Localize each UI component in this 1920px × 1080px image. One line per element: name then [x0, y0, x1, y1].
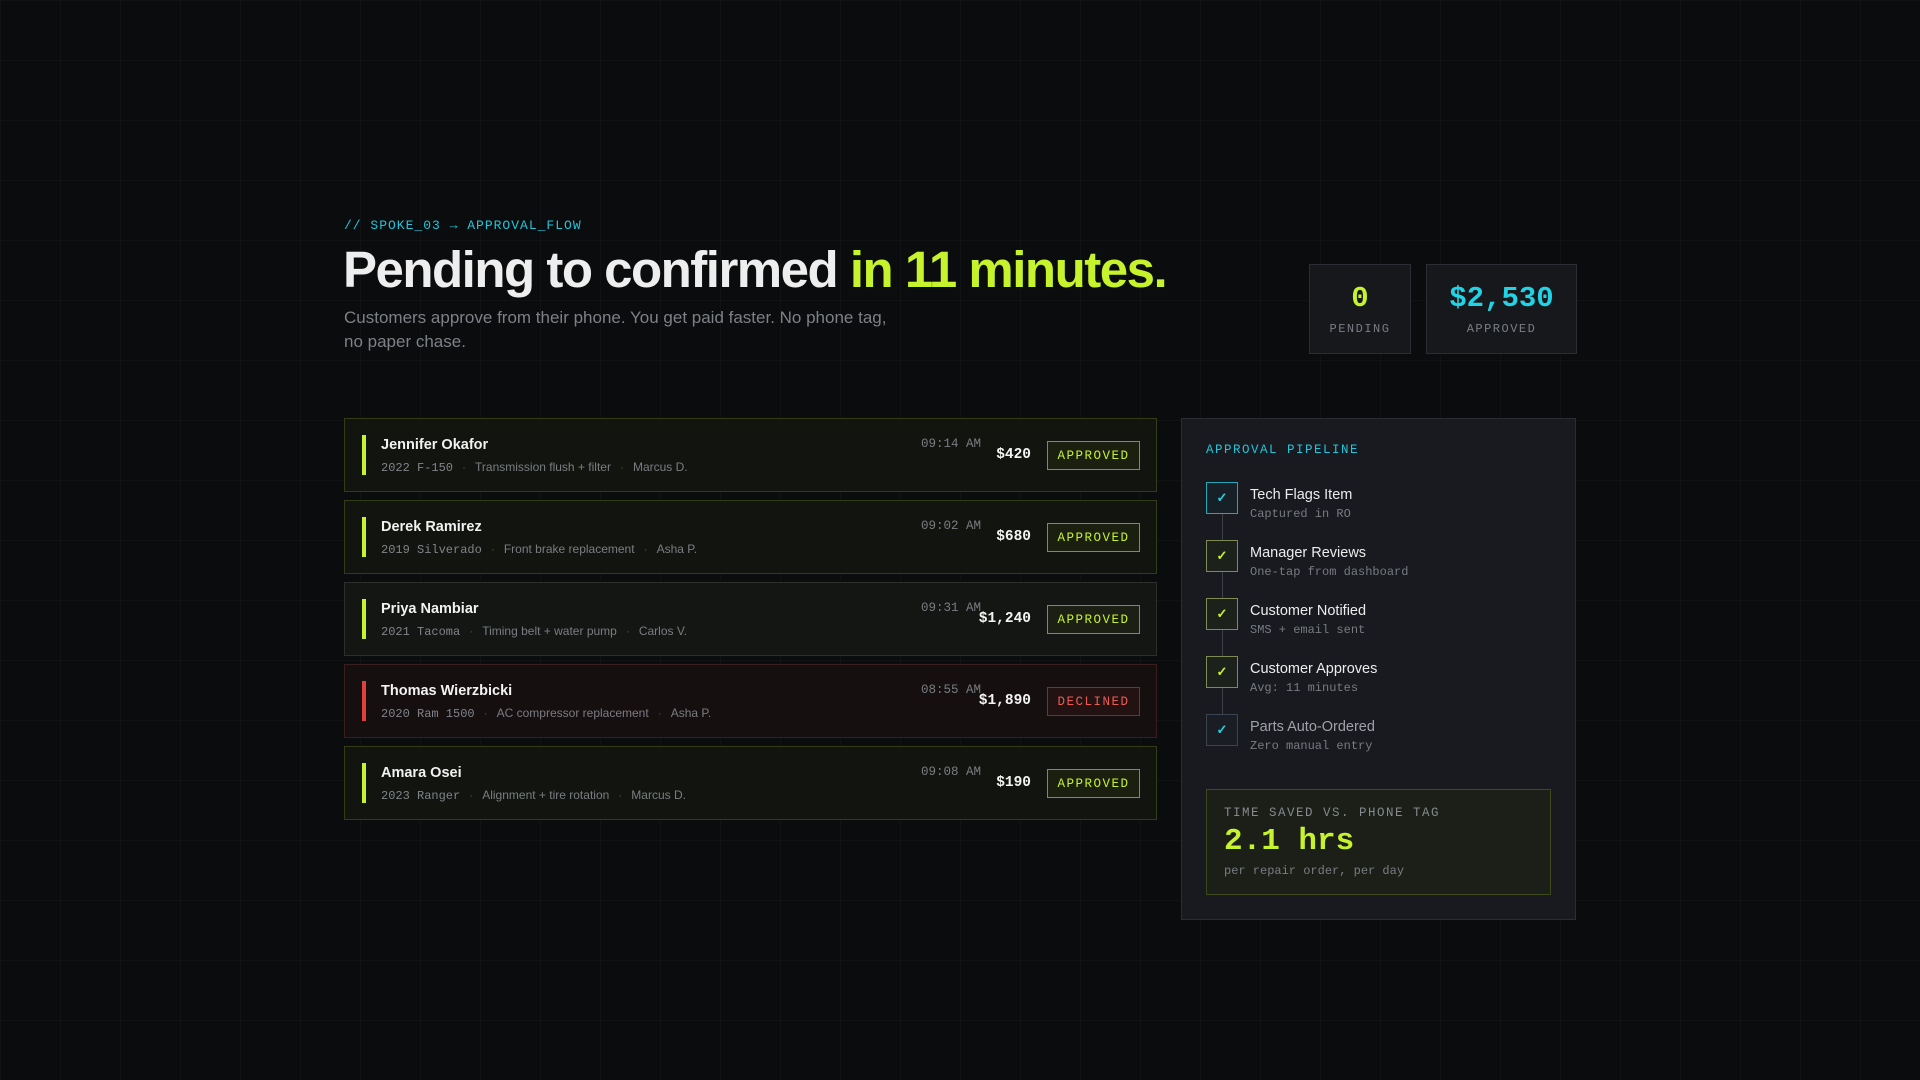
- status-badge: DECLINED: [1047, 687, 1140, 716]
- pipeline-step: ✓ Manager Reviews One-tap from dashboard: [1206, 540, 1551, 598]
- order-meta: 2019 Silverado · Front brake replacement · A…: [381, 542, 698, 557]
- check-icon: ✓: [1206, 598, 1238, 630]
- service: AC compressor replacement: [496, 706, 649, 720]
- step-connector: [1222, 572, 1223, 598]
- order-time: 09:02 AM: [920, 519, 981, 533]
- status-bar: [362, 517, 366, 557]
- order-time: 08:55 AM: [920, 683, 981, 697]
- time-saved-value: 2.1 hrs: [1224, 824, 1355, 859]
- status-badge: APPROVED: [1047, 769, 1140, 798]
- section-kicker: // SPOKE_03 → APPROVAL_FLOW: [344, 218, 582, 233]
- page-subtitle: Customers approve from their phone. You …: [344, 308, 887, 351]
- step-subtitle: One-tap from dashboard: [1250, 565, 1409, 579]
- time-saved-label: TIME SAVED VS. PHONE TAG: [1224, 806, 1441, 820]
- order-amount: $420: [996, 447, 1031, 463]
- vehicle: 2021 Tacoma: [381, 625, 461, 639]
- status-badge: APPROVED: [1047, 605, 1140, 634]
- step-connector: [1222, 688, 1223, 714]
- check-icon: ✓: [1206, 714, 1238, 746]
- page-title-main: Pending to confirmed: [343, 241, 850, 298]
- step-title: Parts Auto-Ordered: [1250, 719, 1375, 735]
- step-connector: [1222, 630, 1223, 656]
- pipeline-step: ✓ Customer Notified SMS + email sent: [1206, 598, 1551, 656]
- order-meta: 2020 Ram 1500 · AC compressor replacement ·…: [381, 706, 712, 721]
- approved-stat-card: $2,530 APPROVED: [1426, 264, 1577, 354]
- status-bar: [362, 681, 366, 721]
- status-bar: [362, 435, 366, 475]
- status-badge: APPROVED: [1047, 441, 1140, 470]
- order-amount: $680: [996, 529, 1031, 545]
- technician: Asha P.: [670, 706, 712, 720]
- order-amount: $190: [996, 775, 1031, 791]
- customer-name: Amara Osei: [381, 765, 462, 781]
- approved-total: $2,530: [1449, 282, 1554, 315]
- service: Front brake replacement: [503, 542, 635, 556]
- pending-label: PENDING: [1329, 322, 1391, 336]
- technician: Carlos V.: [638, 624, 688, 638]
- vehicle: 2022 F-150: [381, 461, 454, 475]
- order-time: 09:14 AM: [920, 437, 981, 451]
- vehicle: 2019 Silverado: [381, 543, 482, 557]
- page-title: Pending to confirmed in 11 minutes.: [343, 240, 1168, 299]
- vehicle: 2023 Ranger: [381, 789, 461, 803]
- pipeline-step: ✓ Parts Auto-Ordered Zero manual entry: [1206, 714, 1551, 772]
- pending-stat-card: 0 PENDING: [1309, 264, 1411, 354]
- technician: Marcus D.: [632, 460, 688, 474]
- step-title: Customer Notified: [1250, 603, 1367, 619]
- technician: Marcus D.: [631, 788, 686, 802]
- pipeline-title: APPROVAL PIPELINE: [1206, 443, 1360, 457]
- step-subtitle: Avg: 11 minutes: [1250, 681, 1359, 695]
- check-icon: ✓: [1206, 656, 1238, 688]
- pipeline-step: ✓ Customer Approves Avg: 11 minutes: [1206, 656, 1551, 714]
- repair-order-list: Jennifer Okafor 2022 F-150 · Transmission …: [344, 418, 1157, 828]
- repair-order-row[interactable]: Thomas Wierzbicki 2020 Ram 1500 · AC compr…: [344, 664, 1157, 738]
- status-badge: APPROVED: [1047, 523, 1140, 552]
- service: Alignment + tire rotation: [482, 788, 610, 802]
- order-meta: 2022 F-150 · Transmission flush + filter · M…: [381, 460, 688, 475]
- page-title-accent: in 11 minutes.: [849, 241, 1168, 298]
- vehicle: 2020 Ram 1500: [381, 707, 475, 721]
- customer-name: Jennifer Okafor: [381, 437, 489, 453]
- pipeline-step: ✓ Tech Flags Item Captured in RO: [1206, 482, 1551, 540]
- status-bar: [362, 599, 366, 639]
- repair-order-row[interactable]: Jennifer Okafor 2022 F-150 · Transmission …: [344, 418, 1157, 492]
- step-title: Tech Flags Item: [1250, 487, 1353, 503]
- customer-name: Derek Ramirez: [381, 519, 482, 535]
- order-time: 09:08 AM: [920, 765, 981, 779]
- repair-order-row[interactable]: Amara Osei 2023 Ranger · Alignment + tire …: [344, 746, 1157, 820]
- repair-order-row[interactable]: Derek Ramirez 2019 Silverado · Front brake…: [344, 500, 1157, 574]
- step-subtitle: SMS + email sent: [1250, 623, 1366, 637]
- pending-count: 0: [1351, 282, 1369, 315]
- status-bar: [362, 763, 366, 803]
- order-meta: 2023 Ranger · Alignment + tire rotation · Ma…: [381, 788, 686, 803]
- customer-name: Thomas Wierzbicki: [381, 683, 513, 699]
- order-meta: 2021 Tacoma · Timing belt + water pump · Car…: [381, 624, 688, 639]
- order-amount: $1,890: [978, 693, 1031, 709]
- service: Timing belt + water pump: [482, 624, 617, 638]
- step-subtitle: Captured in RO: [1250, 507, 1351, 521]
- service: Transmission flush + filter: [475, 460, 611, 474]
- approved-label: APPROVED: [1466, 322, 1537, 336]
- order-time: 09:31 AM: [920, 601, 981, 615]
- time-saved-caption: per repair order, per day: [1224, 864, 1405, 878]
- step-subtitle: Zero manual entry: [1250, 739, 1373, 753]
- check-icon: ✓: [1206, 482, 1238, 514]
- technician: Asha P.: [656, 542, 698, 556]
- step-title: Customer Approves: [1250, 661, 1378, 677]
- customer-name: Priya Nambiar: [381, 601, 479, 617]
- repair-order-row[interactable]: Priya Nambiar 2021 Tacoma · Timing belt + …: [344, 582, 1157, 656]
- step-connector: [1222, 514, 1223, 540]
- pipeline-steps: ✓ Tech Flags Item Captured in RO ✓ Manag…: [1206, 482, 1551, 772]
- time-saved-card: TIME SAVED VS. PHONE TAG 2.1 hrs per rep…: [1206, 789, 1551, 895]
- order-amount: $1,240: [978, 611, 1031, 627]
- approval-pipeline-panel: APPROVAL PIPELINE ✓ Tech Flags Item Capt…: [1181, 418, 1576, 920]
- step-title: Manager Reviews: [1250, 545, 1367, 561]
- check-icon: ✓: [1206, 540, 1238, 572]
